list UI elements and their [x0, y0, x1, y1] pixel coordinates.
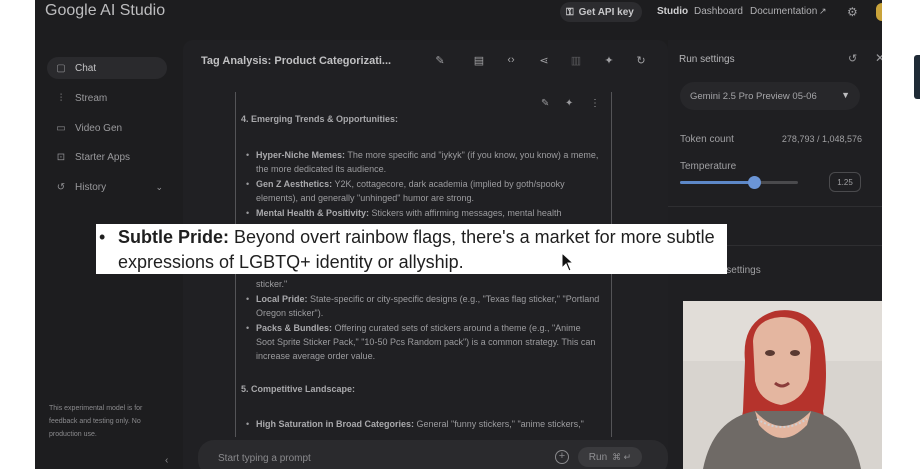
- advanced-settings-text: settings: [726, 265, 761, 276]
- stream-icon: ⫶: [59, 92, 63, 104]
- sidebar-item-label: Starter Apps: [75, 151, 131, 163]
- chevron-down-icon[interactable]: ⌄: [880, 265, 882, 276]
- response-more-icon[interactable]: ⋮: [590, 98, 600, 109]
- list-item: Mental Health & Positivity: Stickers wit…: [246, 206, 601, 220]
- run-settings-title: Run settings: [679, 54, 735, 65]
- token-count-value: 278,793 / 1,048,576: [781, 134, 862, 144]
- chevron-down-icon: ▼: [841, 90, 850, 100]
- rerun-sparkle-icon[interactable]: ✦: [565, 98, 573, 109]
- get-api-key-label: Get API key: [578, 6, 634, 18]
- partial-line: sticker.": [256, 279, 288, 289]
- list-item-bold: Gen Z Aesthetics:: [256, 179, 333, 189]
- chat-icon: ▢: [56, 62, 66, 74]
- webcam-presenter-video: [683, 301, 882, 469]
- run-label: Run: [588, 451, 608, 463]
- apps-icon: ⊡: [56, 151, 66, 163]
- list-item: Packs & Bundles: Offering curated sets o…: [246, 321, 601, 363]
- gear-icon[interactable]: ⚙: [847, 5, 861, 19]
- temperature-slider-thumb[interactable]: [747, 176, 761, 189]
- compare-icon[interactable]: ▥: [569, 54, 583, 67]
- prompt-input[interactable]: Start typing a prompt: [218, 453, 311, 464]
- share-icon[interactable]: ⋖: [537, 54, 551, 67]
- chevron-down-icon[interactable]: ⌄: [880, 221, 882, 232]
- list-item: High Saturation in Broad Categories: Gen…: [246, 417, 601, 431]
- list-item-bold: Packs & Bundles:: [256, 323, 333, 333]
- sidebar-item-label: Chat: [75, 62, 97, 74]
- sidebar-item-stream[interactable]: ⫶ Stream: [47, 87, 167, 109]
- list-item: Hyper-Niche Memes: The more specific and…: [246, 148, 601, 176]
- nav-link-documentation[interactable]: Documentation: [750, 6, 817, 17]
- key-icon: ⚿: [566, 6, 574, 18]
- sidebar-item-label: Stream: [75, 92, 108, 104]
- sidebar-item-video-gen[interactable]: ▭ Video Gen: [47, 117, 167, 139]
- list-item: Gen Z Aesthetics: Y2K, cottagecore, dark…: [246, 177, 601, 205]
- divider: [668, 206, 882, 207]
- section-heading: 5. Competitive Landscape:: [241, 384, 356, 394]
- sidebar-item-starter-apps[interactable]: ⊡ Starter Apps: [47, 146, 167, 168]
- list-item-bold: High Saturation in Broad Categories:: [256, 419, 415, 429]
- zoom-highlight-callout: • Subtle Pride: Beyond overt rainbow fla…: [96, 224, 727, 274]
- run-shortcut: ⌘ ↵: [612, 451, 632, 462]
- close-icon[interactable]: ✕: [875, 51, 882, 65]
- temperature-input[interactable]: 1.25: [829, 172, 861, 192]
- temperature-label: Temperature: [680, 161, 737, 172]
- add-media-button[interactable]: +: [555, 450, 569, 464]
- external-link-icon: ↗: [819, 6, 827, 16]
- mouse-cursor-icon: [561, 252, 575, 272]
- prompt-input-area: Start typing a prompt + Run ⌘ ↵: [198, 440, 668, 469]
- edge-element: [914, 55, 920, 99]
- sidebar-item-label: Video Gen: [75, 122, 123, 134]
- experimental-note: This experimental model is for feedback …: [49, 405, 143, 438]
- run-button[interactable]: Run ⌘ ↵: [578, 447, 642, 467]
- list-item-bold: Mental Health & Positivity:: [256, 208, 370, 218]
- reset-settings-icon[interactable]: ↺: [848, 52, 857, 65]
- code-icon[interactable]: ‹›: [504, 54, 518, 66]
- screen: Google AI Studio ⚿ Get API key Studio Da…: [0, 0, 920, 469]
- sidebar-item-history[interactable]: ↺ History ⌄: [47, 176, 167, 198]
- list-item: Local Pride: State-specific or city-spec…: [246, 292, 601, 320]
- model-select-value: Gemini 2.5 Pro Preview 05-06: [690, 90, 817, 102]
- section-heading: 4. Emerging Trends & Opportunities:: [241, 114, 399, 124]
- token-count-label: Token count: [680, 134, 734, 145]
- app-logo[interactable]: Google AI Studio: [45, 2, 165, 20]
- highlight-bold: Subtle Pride:: [118, 227, 230, 247]
- nav-link-studio[interactable]: Studio: [657, 6, 688, 17]
- refresh-icon[interactable]: ↻: [634, 54, 648, 67]
- nav-link-dashboard[interactable]: Dashboard: [694, 6, 743, 17]
- edit-title-icon[interactable]: ✎: [433, 54, 447, 67]
- temperature-slider-fill: [680, 181, 754, 184]
- list-item-text: State-specific or city-specific designs …: [256, 294, 600, 318]
- temperature-slider[interactable]: [680, 176, 798, 189]
- sidebar-item-chat[interactable]: ▢ Chat: [47, 57, 167, 79]
- collapse-sidebar-icon[interactable]: ‹: [165, 455, 168, 466]
- model-select[interactable]: Gemini 2.5 Pro Preview 05-06 ▼: [680, 82, 860, 110]
- bullet: •: [99, 227, 106, 247]
- avatar[interactable]: [876, 3, 882, 21]
- edit-response-icon[interactable]: ✎: [541, 98, 549, 109]
- prompt-title[interactable]: Tag Analysis: Product Categorizati...: [201, 55, 391, 67]
- get-api-key-button[interactable]: ⚿ Get API key: [560, 2, 642, 22]
- highlight-text: Subtle Pride: Beyond overt rainbow flags…: [118, 225, 718, 275]
- list-item-bold: Hyper-Niche Memes:: [256, 150, 346, 160]
- clipboard-icon[interactable]: ▤: [472, 54, 486, 67]
- list-item-text: General "funny stickers," "anime sticker…: [414, 419, 584, 429]
- sidebar-item-label: History: [75, 181, 107, 193]
- top-bar: Google AI Studio ⚿ Get API key Studio Da…: [35, 0, 882, 26]
- history-icon: ↺: [56, 181, 66, 193]
- chevron-down-icon: ⌄: [155, 181, 163, 192]
- video-icon: ▭: [56, 122, 66, 134]
- list-item-text: Stickers with affirming messages, mental…: [369, 208, 562, 218]
- list-item-bold: Local Pride:: [256, 294, 308, 304]
- sparkle-icon[interactable]: ✦: [602, 54, 616, 67]
